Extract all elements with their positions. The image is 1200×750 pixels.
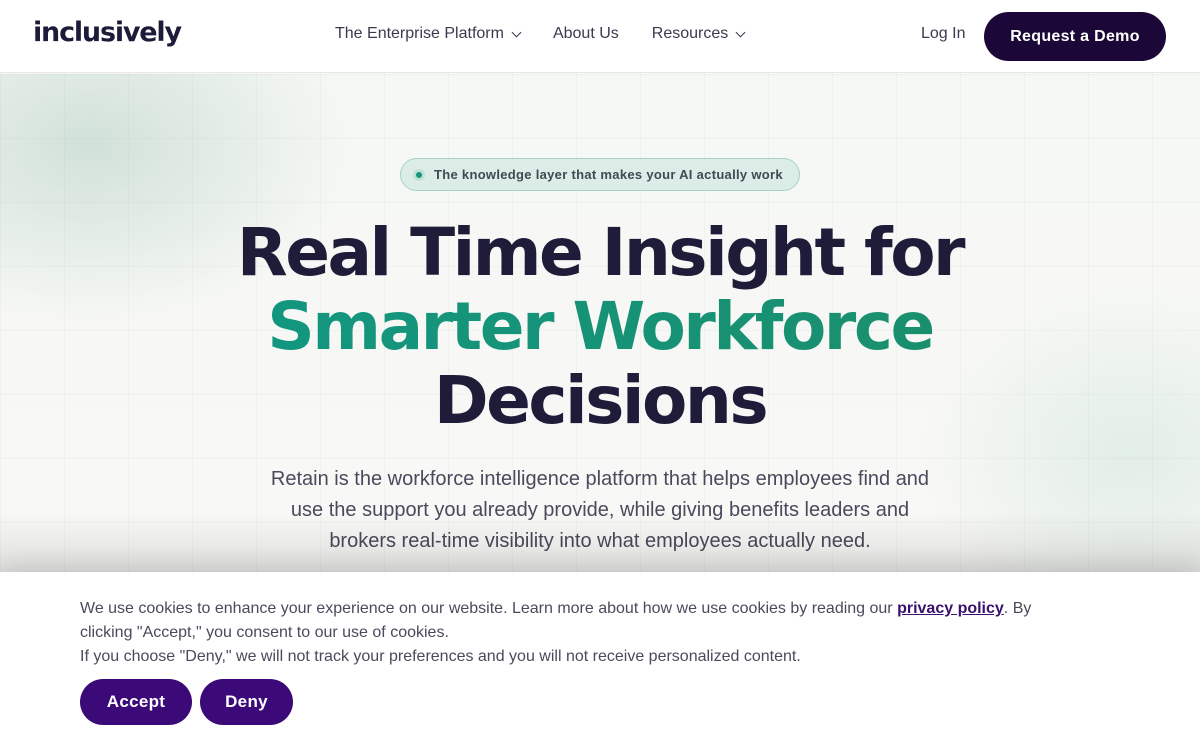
accept-cookies-button[interactable]: Accept (80, 679, 192, 725)
nav-about-us[interactable]: About Us (553, 25, 619, 43)
nav-enterprise-platform-label: The Enterprise Platform (335, 25, 504, 42)
nav-enterprise-platform[interactable]: The Enterprise Platform (335, 25, 522, 43)
headline-line-1: Real Time Insight for (236, 214, 966, 291)
deny-cookies-button[interactable]: Deny (200, 679, 293, 725)
logo-text: inclusively (33, 17, 182, 48)
headline-line-3: Decisions (433, 362, 769, 439)
cookie-banner: We use cookies to enhance your experienc… (0, 572, 1200, 750)
headline-accent: Smarter Workforce (267, 288, 935, 365)
privacy-policy-link[interactable]: privacy policy (897, 600, 1004, 617)
site-header: inclusively The Enterprise Platform Abou… (0, 0, 1200, 73)
request-demo-button[interactable]: Request a Demo (984, 12, 1166, 61)
nav-resources-label: Resources (651, 25, 729, 42)
cookie-text-before-link: We use cookies to enhance your experienc… (80, 600, 898, 617)
cookie-message-line-1: We use cookies to enhance your experienc… (80, 597, 1080, 645)
chevron-down-icon (735, 27, 746, 37)
hero-bottom-shade (0, 512, 1200, 572)
tagline-text: The knowledge layer that makes your AI a… (434, 167, 783, 182)
cookie-message-line-2: If you choose "Deny," we will not track … (80, 648, 801, 665)
nav-resources[interactable]: Resources (651, 25, 746, 43)
nav-about-us-label: About Us (552, 25, 619, 42)
chevron-down-icon (511, 27, 522, 37)
cookie-buttons: Accept Deny (80, 679, 301, 725)
status-dot-icon (413, 168, 425, 181)
tagline-pill: The knowledge layer that makes your AI a… (400, 158, 800, 191)
login-link[interactable]: Log In (921, 25, 965, 43)
hero-section: The knowledge layer that makes your AI a… (0, 74, 1200, 572)
hero-headline: Real Time Insight for Smarter Workforce … (0, 216, 1200, 438)
main-nav: The Enterprise Platform About Us Resourc… (335, 25, 777, 43)
inclusively-logo[interactable]: inclusively (33, 17, 182, 48)
cookie-message: We use cookies to enhance your experienc… (80, 597, 1080, 669)
